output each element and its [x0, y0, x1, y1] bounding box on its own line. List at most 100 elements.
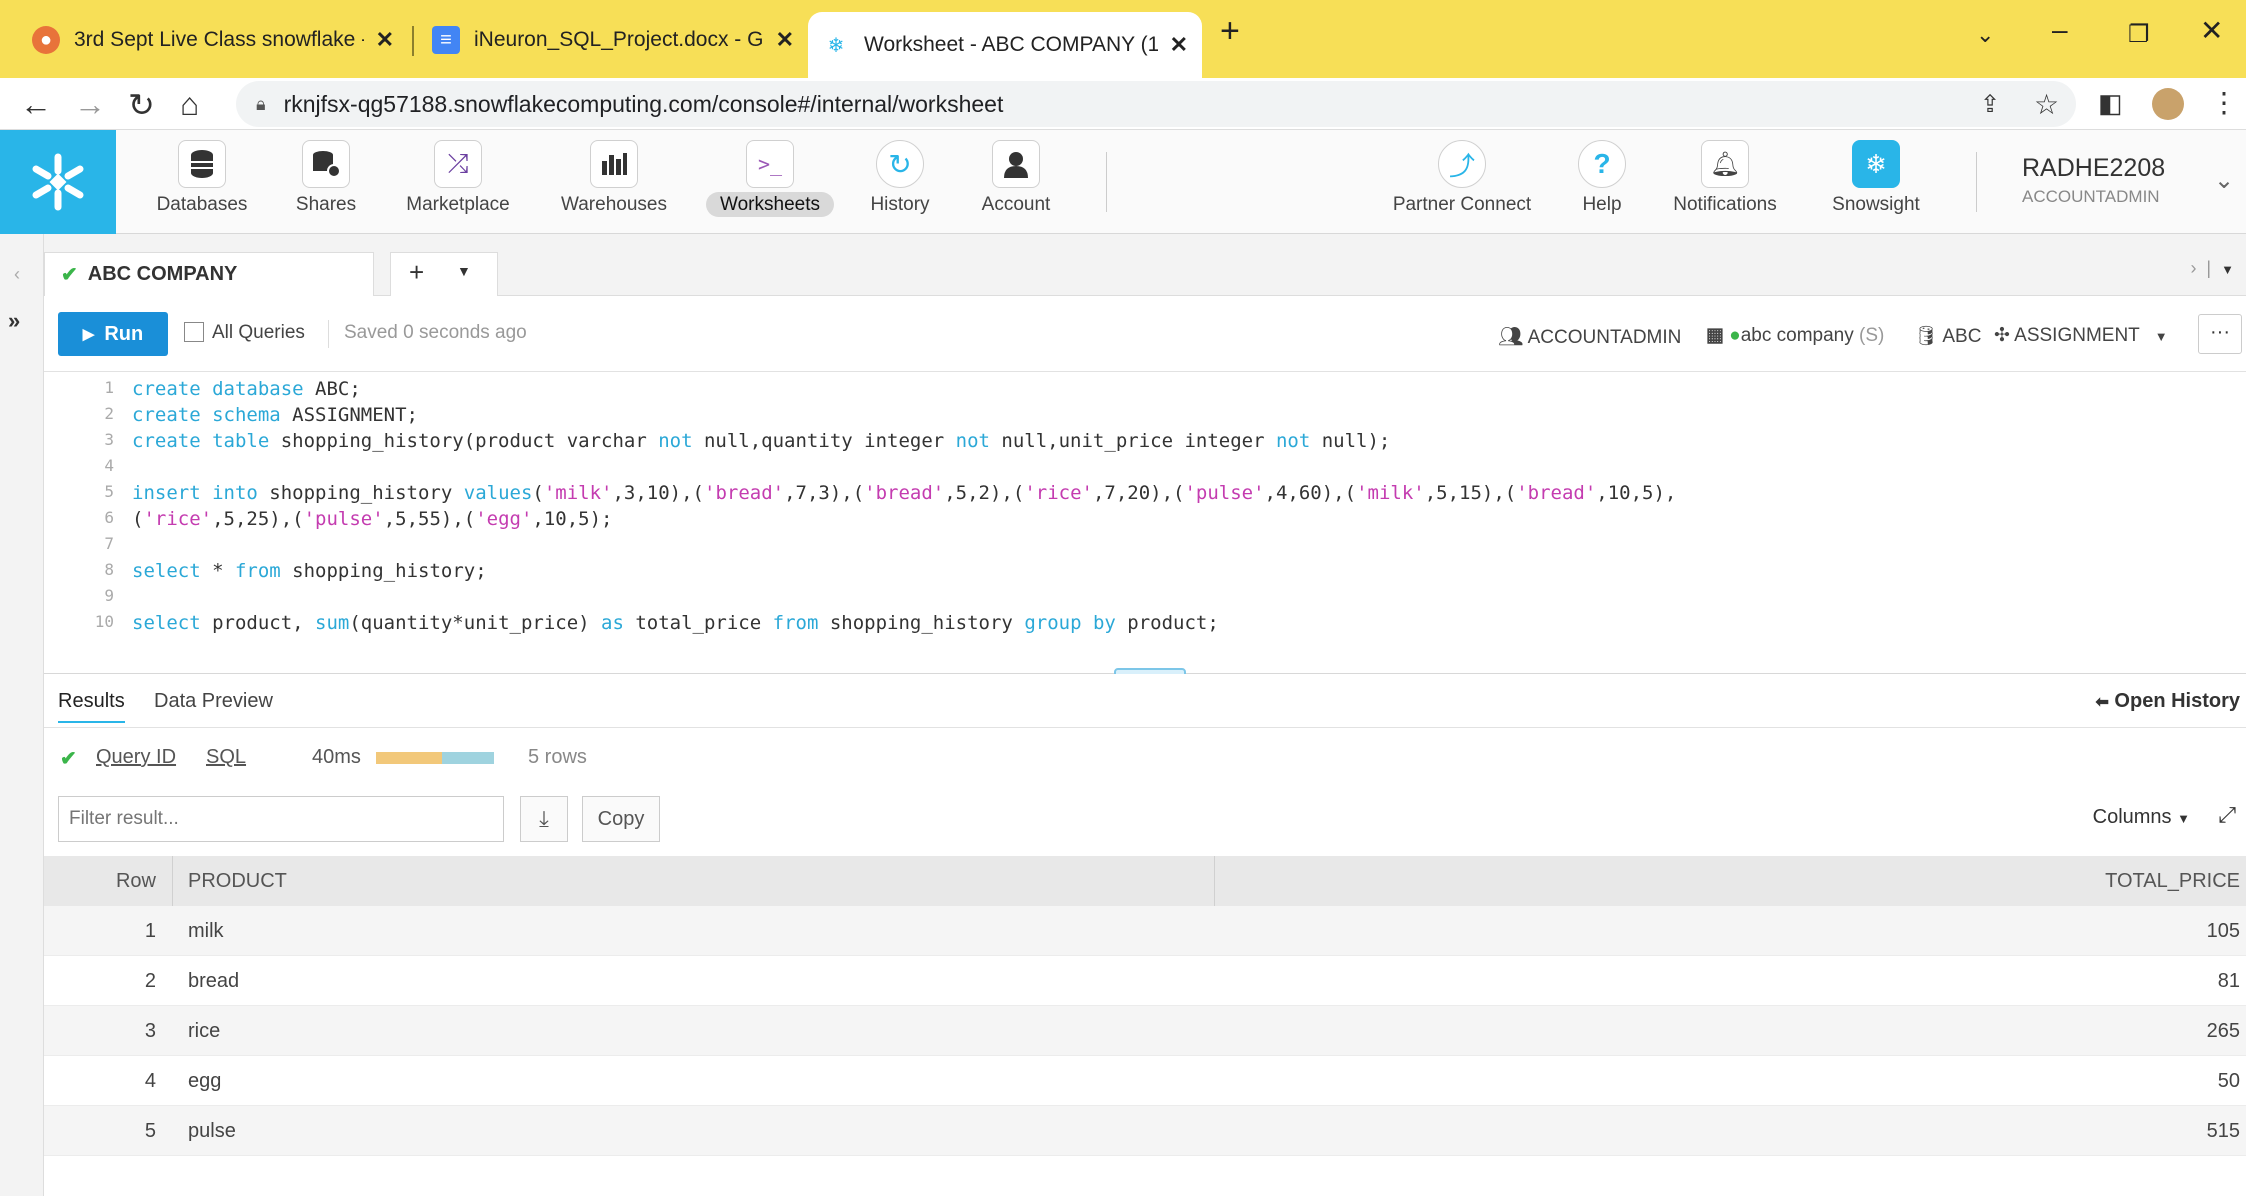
header-total-price[interactable]: TOTAL_PRICE [2105, 870, 2240, 893]
nav-worksheets[interactable]: >_ Worksheets [703, 140, 837, 217]
add-worksheet-button[interactable]: + [409, 257, 424, 288]
browser-tab-3[interactable]: ❄ Worksheet - ABC COMPANY (1/1 ✕ [808, 12, 1202, 78]
nav-marketplace[interactable]: ⤮ Marketplace [398, 140, 518, 216]
schema-selector[interactable]: ✣ ASSIGNMENT ▼ [1994, 324, 2168, 347]
worksheet-tab[interactable]: ✔ ABC COMPANY [44, 252, 374, 296]
tab-data-preview[interactable]: Data Preview [154, 690, 273, 713]
restore-button[interactable]: ❐ [2128, 20, 2150, 49]
tab-results[interactable]: Results [58, 690, 125, 723]
nav-snowsight[interactable]: ❄ Snowsight [1816, 140, 1936, 216]
table-row[interactable]: 5 pulse 515 [44, 1106, 2246, 1156]
expand-icon[interactable]: ⤢ [2218, 802, 2236, 828]
browser-tab-2[interactable]: ≡ iNeuron_SQL_Project.docx - Goo ✕ [418, 14, 808, 66]
url-field[interactable]: 🔒︎ rknjfsx-qg57188.snowflakecomputing.co… [236, 81, 2076, 127]
nav-history[interactable]: ↻ History [840, 140, 960, 216]
nav-warehouses[interactable]: Warehouses [554, 140, 674, 216]
results-table: Row PRODUCT TOTAL_PRICE 1 milk 105 2 bre… [44, 856, 2246, 1156]
play-icon: ▶ [82, 326, 95, 343]
code-line: ('rice',5,25),('pulse',5,55),('egg',10,5… [132, 508, 613, 530]
sql-link[interactable]: SQL [206, 746, 246, 769]
table-row[interactable]: 2 bread 81 [44, 956, 2246, 1006]
download-icon: ⤓ [539, 806, 549, 831]
profile-avatar[interactable] [2152, 88, 2184, 120]
close-icon[interactable]: ✕ [1170, 32, 1188, 58]
bookmark-star-icon[interactable]: ☆ [2034, 88, 2059, 121]
copy-button[interactable]: Copy [582, 796, 660, 842]
forward-icon[interactable]: → [74, 86, 106, 123]
code-line: select * from shopping_history; [132, 560, 487, 582]
warehouse-selector[interactable]: ▦ ●abc company (S) [1706, 324, 1884, 347]
row-count: 5 rows [528, 746, 587, 768]
table-row[interactable]: 3 rice 265 [44, 1006, 2246, 1056]
worksheet-tab-row: ✔ ABC COMPANY + ▼ › | ▼ [44, 234, 2246, 296]
more-menu-icon[interactable]: ⋮ [2210, 86, 2238, 119]
tab-scroll-controls[interactable]: › | ▼ [2190, 258, 2234, 279]
code-line: insert into shopping_history values('mil… [132, 482, 1677, 504]
reload-icon[interactable]: ↻ [128, 86, 155, 124]
new-worksheet-group: + ▼ [390, 252, 498, 296]
query-duration: 40ms [312, 746, 361, 768]
nav-help[interactable]: ? Help [1542, 140, 1662, 216]
saved-status: Saved 0 seconds ago [344, 322, 527, 343]
table-row[interactable]: 1 milk 105 [44, 906, 2246, 956]
header-product[interactable]: PRODUCT [188, 870, 287, 893]
download-button[interactable]: ⤓ [520, 796, 568, 842]
snowflake-logo[interactable] [0, 130, 116, 234]
sidepanel-icon[interactable]: ◧ [2098, 88, 2123, 119]
role-selector[interactable]: 👥︎ ACCOUNTADMIN [1498, 324, 1681, 349]
schema-icon: ✣ [1994, 325, 2010, 346]
chevron-left-icon[interactable]: ‹ [14, 264, 20, 285]
nav-shares[interactable]: Shares [266, 140, 386, 216]
expand-panel-icon[interactable]: » [8, 308, 20, 334]
header-row[interactable]: Row [44, 870, 172, 893]
nav-account[interactable]: Account [956, 140, 1076, 216]
users-icon: 👥︎ [1498, 326, 1524, 348]
nav-partner-connect[interactable]: ⤴ Partner Connect [1382, 140, 1542, 216]
code-line: select product, sum(quantity*unit_price)… [132, 612, 1219, 634]
nav-databases[interactable]: Databases [142, 140, 262, 216]
bell-icon: 🔔︎ [1701, 140, 1749, 188]
caret-down-icon[interactable]: ▼ [457, 263, 471, 279]
filter-result-input[interactable] [58, 796, 504, 842]
user-icon [992, 140, 1040, 188]
nav-notifications[interactable]: 🔔︎ Notifications [1660, 140, 1790, 216]
share-icon[interactable]: ⇪ [1980, 90, 2000, 119]
code-line: create table shopping_history(product va… [132, 430, 1391, 452]
results-tabs: Results Data Preview ⬅ Open History [44, 674, 2246, 728]
table-row[interactable]: 4 egg 50 [44, 1056, 2246, 1106]
home-icon[interactable]: ⌂ [180, 86, 199, 123]
docs-icon: ≡ [432, 26, 460, 54]
query-id-link[interactable]: Query ID [96, 746, 176, 769]
back-icon[interactable]: ← [20, 86, 52, 123]
code-line: create schema ASSIGNMENT; [132, 404, 418, 426]
marketplace-icon: ⤮ [434, 140, 482, 188]
sql-editor[interactable]: 1 create database ABC; 2 create schema ASS… [44, 372, 2246, 678]
database-icon: 🛢︎ [1914, 326, 1939, 347]
check-icon: ✔ [61, 264, 78, 286]
user-menu[interactable]: RADHE2208 ACCOUNTADMIN [2022, 154, 2165, 207]
browser-tab-1[interactable]: ● 3rd Sept Live Class snowflake - F ✕ [18, 14, 408, 66]
share-database-icon [302, 140, 350, 188]
arrow-left-icon: ⬅ [2095, 694, 2109, 711]
check-icon: ✔ [60, 748, 77, 770]
run-button[interactable]: ▶ Run [58, 312, 168, 356]
close-icon[interactable]: ✕ [376, 27, 394, 53]
partner-connect-icon: ⤴ [1438, 140, 1486, 188]
terminal-icon: >_ [746, 140, 794, 188]
tab-search-icon[interactable]: ⌄ [1976, 22, 1994, 48]
all-queries-checkbox[interactable] [184, 322, 204, 342]
minimize-button[interactable]: – [2052, 14, 2068, 46]
new-tab-button[interactable]: + [1220, 12, 1240, 51]
database-selector[interactable]: 🛢︎ ABC [1914, 324, 1981, 348]
open-history-button[interactable]: ⬅ Open History [2095, 690, 2240, 713]
columns-menu[interactable]: Columns ▼ [2093, 806, 2190, 829]
more-options-button[interactable]: ··· [2198, 314, 2242, 354]
chevron-down-icon[interactable]: ⌄ [2214, 166, 2234, 195]
duration-bar [376, 752, 494, 764]
history-icon: ↻ [876, 140, 924, 188]
caret-down-icon: ▼ [2154, 329, 2168, 344]
snowsight-icon: ❄ [1852, 140, 1900, 188]
close-window-button[interactable]: ✕ [2200, 14, 2223, 47]
close-icon[interactable]: ✕ [776, 27, 794, 53]
browser-tab-strip: ● 3rd Sept Live Class snowflake - F ✕ ≡ … [0, 0, 2246, 78]
